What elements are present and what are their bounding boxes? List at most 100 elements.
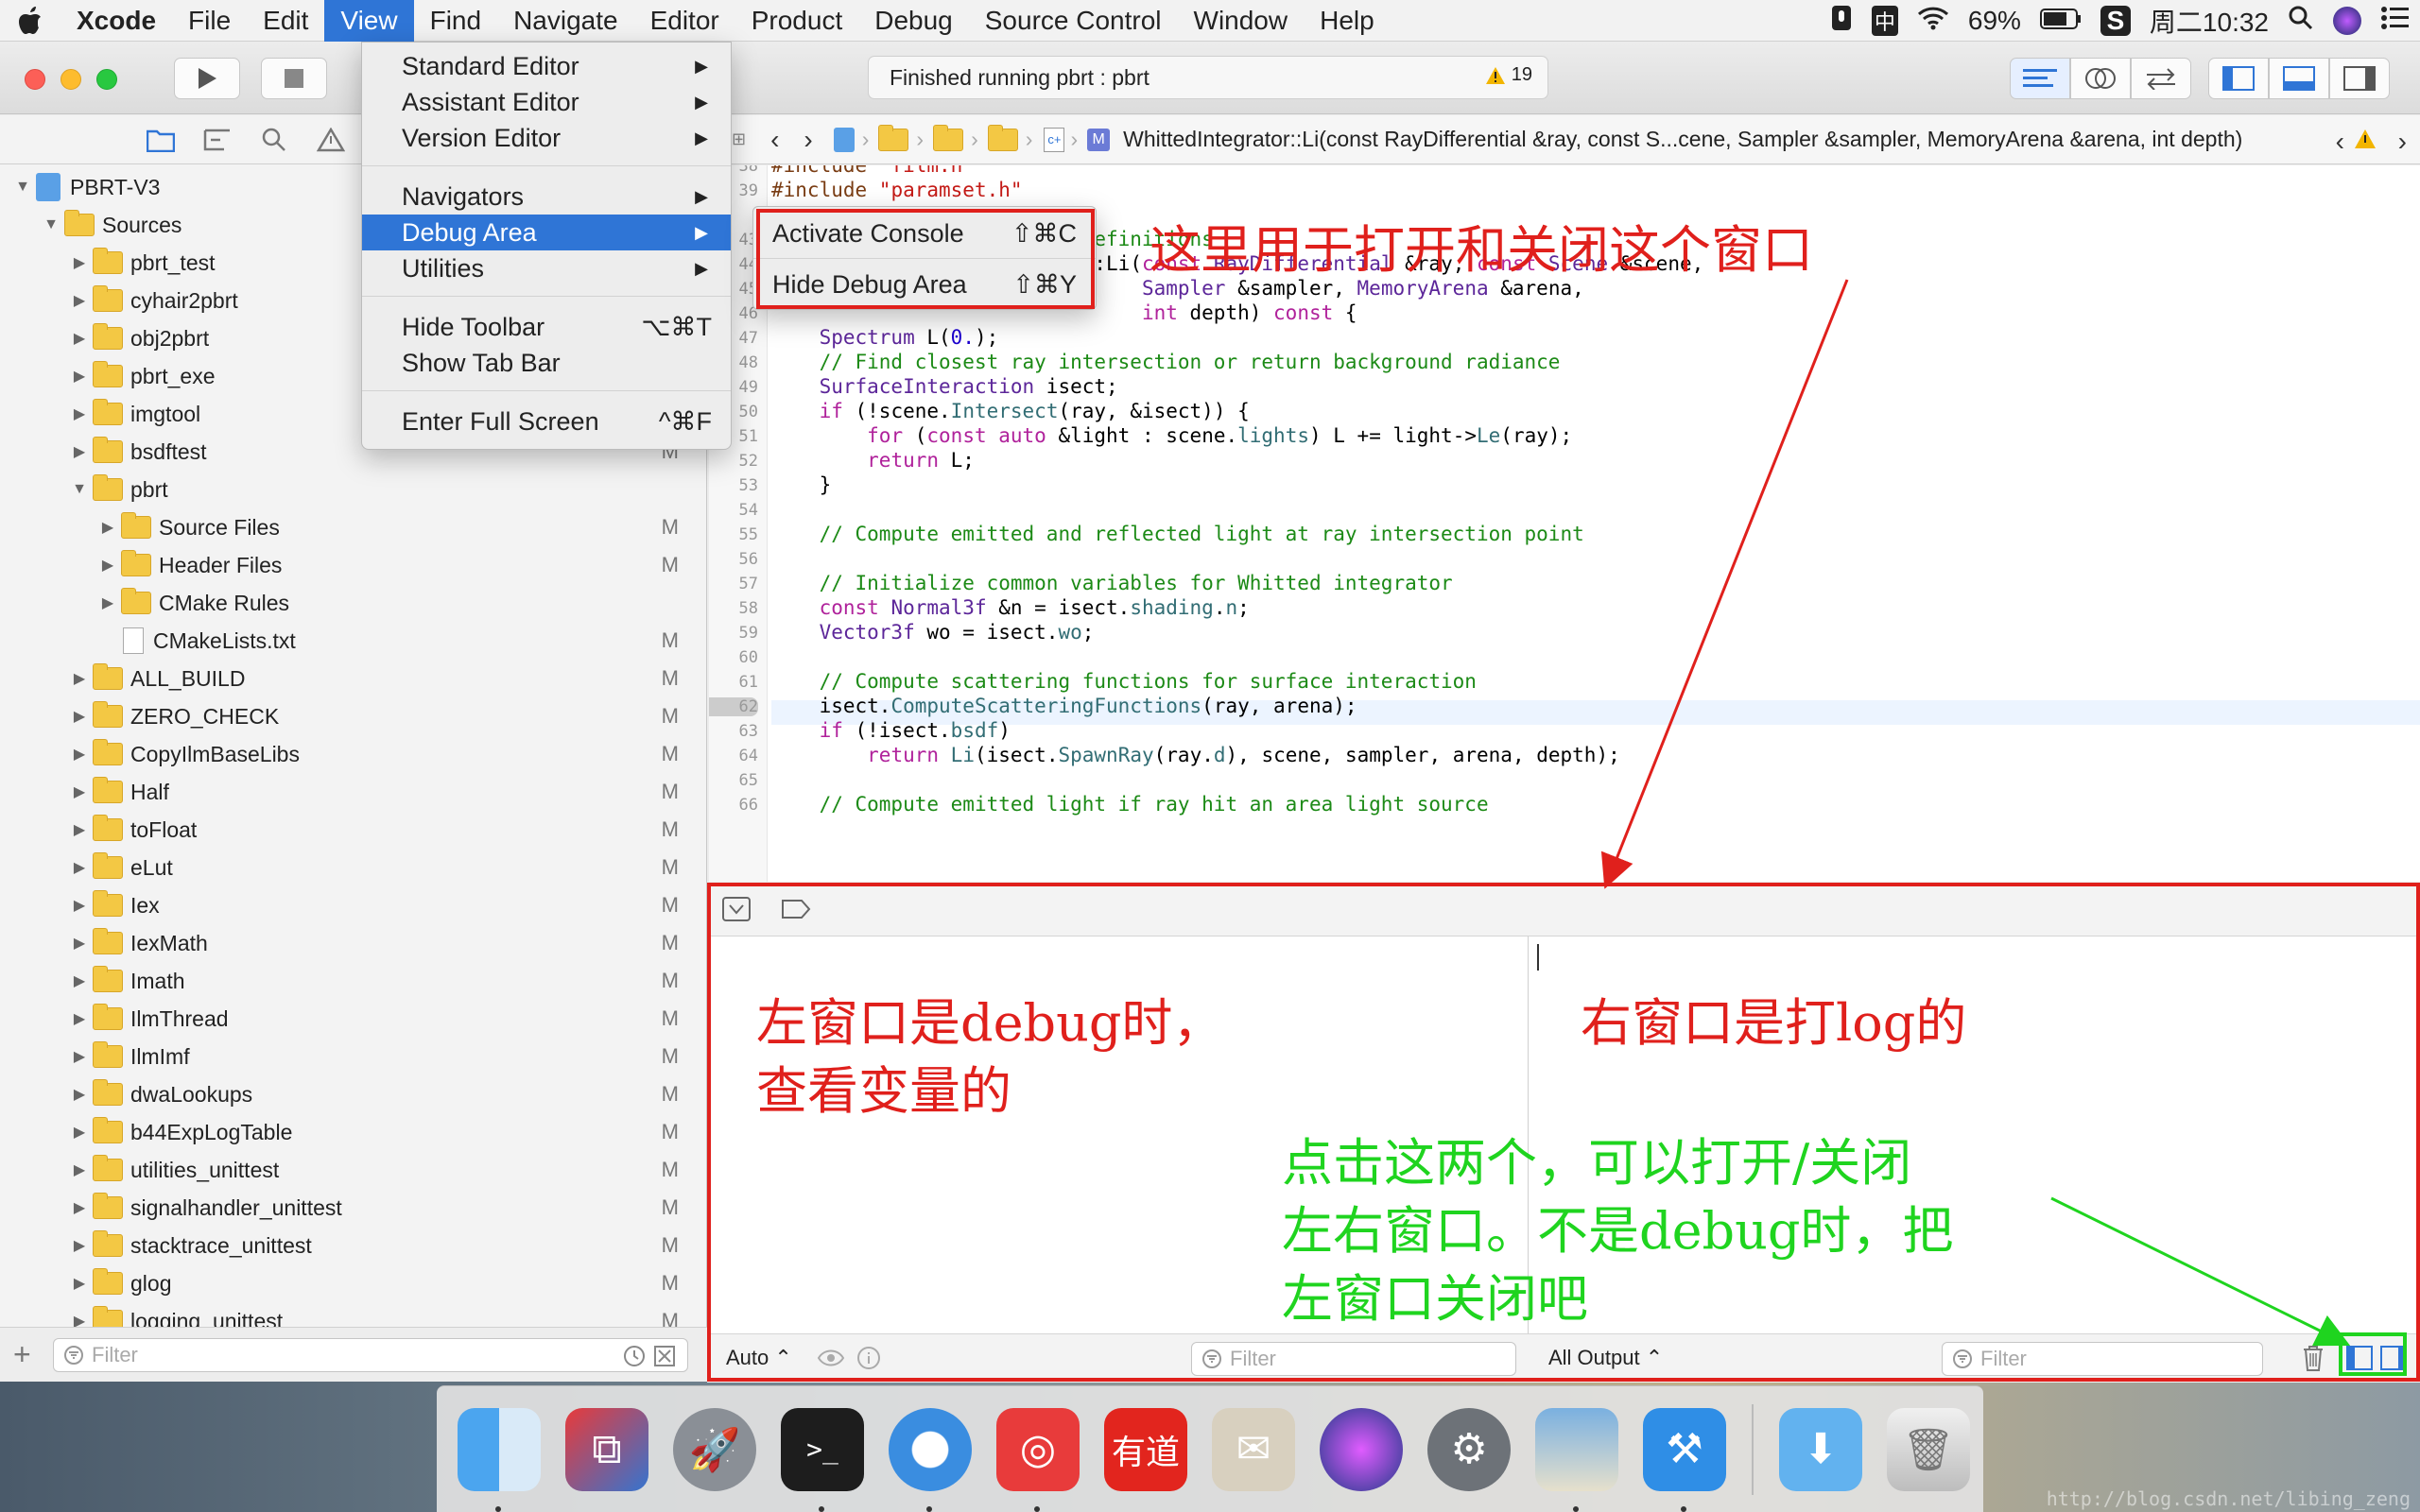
tree-row[interactable]: ▶ signalhandler_unittest M [0, 1189, 707, 1227]
tree-row[interactable]: ▶ dwaLookups M [0, 1075, 707, 1113]
tree-row[interactable]: ▶ eLut M [0, 849, 707, 886]
disclosure-closed-icon[interactable]: ▶ [70, 858, 89, 877]
menu-item-assistant-editor[interactable]: Assistant Editor ▶ [362, 84, 731, 120]
menu-window[interactable]: Window [1178, 0, 1305, 42]
disclosure-closed-icon[interactable]: ▶ [70, 820, 89, 839]
folder-icon[interactable] [987, 124, 1018, 151]
recent-files-icon[interactable] [623, 1345, 646, 1367]
disclosure-closed-icon[interactable]: ▶ [70, 1160, 89, 1179]
tree-row[interactable]: ▶ Source Files M [0, 508, 707, 546]
tree-row[interactable]: ▶ Imath M [0, 962, 707, 1000]
disclosure-closed-icon[interactable]: ▶ [70, 707, 89, 726]
close-window-button[interactable] [25, 69, 45, 90]
folder-icon[interactable] [933, 124, 964, 151]
assistant-editor-button[interactable] [2070, 58, 2131, 99]
menu-product[interactable]: Product [735, 0, 859, 42]
project-icon[interactable] [833, 127, 855, 152]
menu-item-enter-full-screen[interactable]: Enter Full Screen ^⌘F [362, 404, 731, 439]
disclosure-closed-icon[interactable]: ▶ [98, 593, 117, 612]
system-preferences-icon[interactable]: ⚙ [1427, 1407, 1511, 1491]
menu-debug[interactable]: Debug [858, 0, 969, 42]
disclosure-open-icon[interactable]: ▼ [42, 216, 60, 233]
terminal-icon[interactable]: >_ [781, 1407, 864, 1512]
apple-icon[interactable] [0, 0, 60, 42]
disclosure-closed-icon[interactable]: ▶ [70, 1009, 89, 1028]
notification-center-icon[interactable] [2380, 6, 2411, 37]
disclosure-closed-icon[interactable]: ▶ [70, 1123, 89, 1142]
minimize-window-button[interactable] [60, 69, 81, 90]
warning-icon[interactable] [2354, 129, 2377, 149]
app-s-icon[interactable]: S [2100, 6, 2131, 36]
disclosure-closed-icon[interactable]: ▶ [98, 556, 117, 575]
tree-row[interactable]: ▶ glog M [0, 1264, 707, 1302]
disclosure-closed-icon[interactable]: ▶ [70, 745, 89, 764]
disclosure-closed-icon[interactable]: ▶ [70, 1085, 89, 1104]
navigator-filter-input[interactable]: Filter [53, 1338, 688, 1372]
tab-find-navigator[interactable] [246, 115, 302, 164]
menu-item-standard-editor[interactable]: Standard Editor ▶ [362, 48, 731, 84]
menu-view[interactable]: View [324, 0, 414, 42]
forward-arrow-icon[interactable]: › [804, 125, 812, 155]
menu-item-hide-toolbar[interactable]: Hide Toolbar ⌥⌘T [362, 309, 731, 345]
wifi-icon[interactable] [1917, 6, 1949, 37]
menu-file[interactable]: File [172, 0, 247, 42]
tree-row[interactable]: ▶ IlmImf M [0, 1038, 707, 1075]
next-issue-arrow-icon[interactable]: › [2398, 127, 2407, 157]
toggle-debug-area-button[interactable] [2269, 58, 2329, 99]
microphone-icon[interactable] [1830, 4, 1853, 39]
scm-filter-icon[interactable] [653, 1345, 676, 1367]
menu-item-version-editor[interactable]: Version Editor ▶ [362, 120, 731, 156]
trash-dock-icon[interactable]: 🗑 [1887, 1407, 1970, 1491]
tab-symbol-navigator[interactable] [189, 115, 246, 164]
tree-row[interactable]: CMakeLists.txt M [0, 622, 707, 660]
tree-row[interactable]: ▶ IlmThread M [0, 1000, 707, 1038]
jump-bar-symbol[interactable]: WhittedIntegrator::Li(const RayDifferent… [1123, 127, 2242, 152]
tree-row[interactable]: ▶ CopyIlmBaseLibs M [0, 735, 707, 773]
toggle-utilities-button[interactable] [2329, 58, 2390, 99]
siri-dock-icon[interactable] [1320, 1407, 1403, 1491]
menu-edit[interactable]: Edit [247, 0, 324, 42]
disclosure-closed-icon[interactable]: ▶ [70, 1312, 89, 1327]
disclosure-closed-icon[interactable]: ▶ [98, 518, 117, 537]
tree-row[interactable]: ▶ Header Files M [0, 546, 707, 584]
siri-icon[interactable] [2333, 7, 2361, 35]
disclosure-closed-icon[interactable]: ▶ [70, 329, 89, 348]
menu-app-xcode[interactable]: Xcode [60, 0, 172, 42]
tree-row[interactable]: ▶ toFloat M [0, 811, 707, 849]
run-button[interactable] [174, 58, 240, 99]
disclosure-closed-icon[interactable]: ▶ [70, 1274, 89, 1293]
menu-help[interactable]: Help [1304, 0, 1391, 42]
tab-issue-navigator[interactable] [302, 115, 359, 164]
tree-row[interactable]: ▶ b44ExpLogTable M [0, 1113, 707, 1151]
disclosure-closed-icon[interactable]: ▶ [70, 1047, 89, 1066]
tree-row[interactable]: ▶ logging_unittest M [0, 1302, 707, 1327]
disclosure-closed-icon[interactable]: ▶ [70, 253, 89, 272]
related-items-icon[interactable]: ⊞ [732, 129, 746, 149]
prev-issue-arrow-icon[interactable]: ‹ [2336, 127, 2344, 157]
disclosure-closed-icon[interactable]: ▶ [70, 896, 89, 915]
tree-row[interactable]: ▶ ZERO_CHECK M [0, 697, 707, 735]
safari-icon[interactable] [889, 1407, 972, 1512]
disclosure-closed-icon[interactable]: ▶ [70, 404, 89, 423]
menu-source-control[interactable]: Source Control [969, 0, 1178, 42]
parallels-icon[interactable]: ⧉ [565, 1407, 648, 1491]
tree-row[interactable]: ▶ CMake Rules [0, 584, 707, 622]
toggle-navigator-button[interactable] [2208, 58, 2269, 99]
disclosure-closed-icon[interactable]: ▶ [70, 1236, 89, 1255]
version-editor-button[interactable] [2131, 58, 2191, 99]
disclosure-closed-icon[interactable]: ▶ [70, 367, 89, 386]
disclosure-closed-icon[interactable]: ▶ [70, 669, 89, 688]
netease-music-icon[interactable]: ◎ [996, 1407, 1080, 1512]
disclosure-closed-icon[interactable]: ▶ [70, 782, 89, 801]
cpp-file-icon[interactable]: c+ [1044, 127, 1065, 152]
tree-row[interactable]: ▶ utilities_unittest M [0, 1151, 707, 1189]
spotlight-search-icon[interactable] [2288, 5, 2314, 38]
menu-item-show-tab-bar[interactable]: Show Tab Bar [362, 345, 731, 381]
standard-editor-button[interactable] [2010, 58, 2070, 99]
tree-row[interactable]: ▶ ALL_BUILD M [0, 660, 707, 697]
disclosure-closed-icon[interactable]: ▶ [70, 971, 89, 990]
downloads-folder-icon[interactable]: ⬇ [1779, 1407, 1862, 1491]
warning-count[interactable]: 19 [1485, 64, 1532, 86]
folder-icon[interactable] [878, 124, 909, 151]
clock[interactable]: 周二10:32 [2150, 2, 2269, 40]
